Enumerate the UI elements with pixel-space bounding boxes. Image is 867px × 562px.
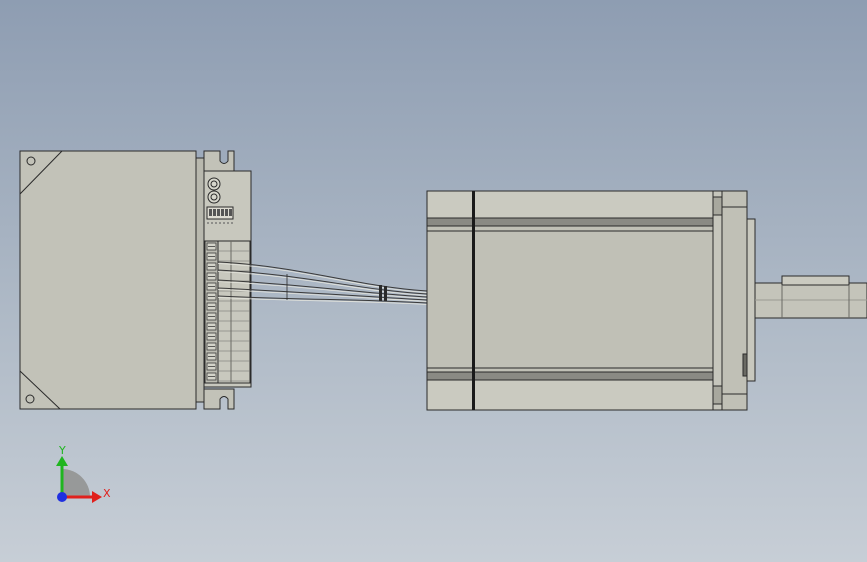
terminal-screw-strip [204,240,219,384]
motor-groove-bottom-1 [426,371,714,381]
microstep-knob-icon[interactable] [207,190,221,204]
motor-end-cap-line [472,191,475,410]
motor-groove-top-2 [426,217,714,227]
driver-housing [19,150,197,410]
motor-flange-plate-2 [721,190,748,411]
motor-groove-bottom-2 [426,379,714,411]
triad-arc [62,469,90,497]
cad-viewport[interactable]: Y X [0,0,867,562]
current-knob-icon[interactable] [207,177,221,191]
z-axis-dot-icon [57,492,67,502]
cable-tie [384,286,387,301]
shaft-key [781,275,850,286]
driver-side-flange [195,157,205,403]
driver-mount-tab-top [203,150,235,172]
dip-switch-block[interactable] [206,206,234,220]
stepper-driver[interactable] [19,150,252,410]
flange-slot-top [712,196,723,216]
y-axis-arrow-head [56,456,68,466]
driver-mount-tab-bottom [203,388,235,410]
flange-slot-bottom [712,385,723,405]
x-axis-label: X [103,487,111,500]
cable-tie [379,285,382,301]
driver-mount-hole-bottom [25,394,35,404]
motor-boss [746,218,756,382]
stepper-motor[interactable] [426,190,867,411]
motor-groove-top-1 [426,190,714,219]
x-axis-arrow-head [92,491,102,503]
y-axis-label: Y [58,444,66,457]
motor-flange-plate-1 [712,190,723,411]
coordinate-triad: Y X [56,444,111,503]
driver-mount-hole-top [26,156,36,166]
